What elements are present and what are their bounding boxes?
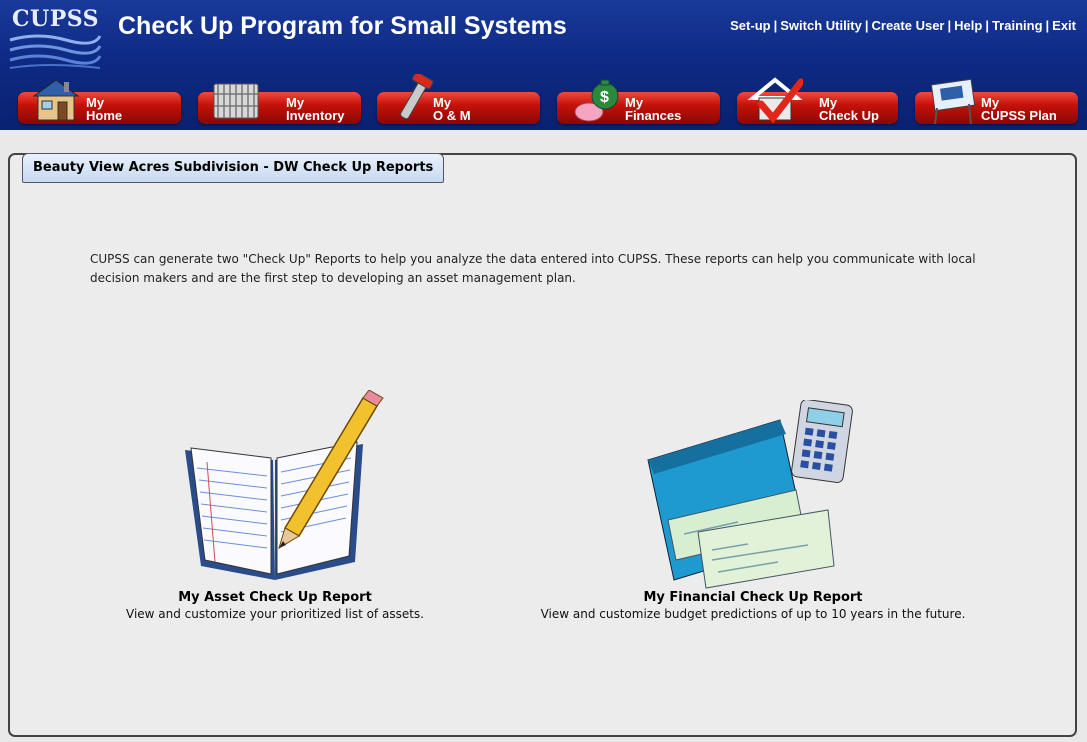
reports-panel: Beauty View Acres Subdivision - DW Check… (8, 153, 1077, 737)
svg-text:$: $ (600, 89, 609, 106)
checkbook-calculator-icon (647, 400, 853, 589)
money-bag-piggy-icon: $ (574, 79, 619, 122)
create-user-link[interactable]: Create User (872, 18, 945, 33)
cupss-logo[interactable]: CUPSS (8, 6, 103, 76)
nav-label: My O & M (433, 95, 471, 123)
asset-report-link[interactable]: My Asset Check Up Report View and custom… (110, 390, 440, 621)
nav-label: My Finances (625, 95, 682, 123)
house-icon (32, 79, 80, 121)
nav-label: My Home (86, 95, 123, 123)
house-checkmark-icon (747, 77, 803, 124)
main-nav: My Home My Inventory My O & M $ My Finan… (0, 74, 1087, 130)
nav-my-inventory[interactable]: My Inventory (198, 83, 361, 124)
financial-report-title: My Financial Check Up Report (643, 590, 863, 605)
nav-label: My Inventory (286, 95, 345, 123)
sign-board-icon (930, 78, 976, 124)
nav-label: My CUPSS Plan (981, 95, 1057, 123)
nav-my-om[interactable]: My O & M (377, 74, 540, 124)
top-links-bar: Set-up | Switch Utility | Create User | Help | T… (730, 18, 1076, 33)
help-link[interactable]: Help (954, 18, 982, 33)
nav-my-finances[interactable]: $ My Finances (557, 79, 720, 124)
notebook-pencil-icon (185, 390, 384, 580)
exit-link[interactable]: Exit (1052, 18, 1076, 33)
setup-link[interactable]: Set-up (730, 18, 770, 33)
switch-utility-link[interactable]: Switch Utility (780, 18, 862, 33)
nav-my-cupss-plan[interactable]: My CUPSS Plan (915, 78, 1078, 124)
pipes-stack-icon (213, 83, 259, 119)
app-title: Check Up Program for Small Systems (118, 12, 567, 40)
nav-my-checkup[interactable]: My Check Up (737, 77, 898, 124)
asset-report-title: My Asset Check Up Report (178, 590, 372, 605)
app-header: CUPSS Check Up Program for Small Systems… (0, 0, 1087, 130)
financial-report-link[interactable]: My Financial Check Up Report View and cu… (528, 400, 978, 621)
panel-tab-title: Beauty View Acres Subdivision - DW Check… (22, 153, 445, 183)
intro-text: CUPSS can generate two "Check Up" Report… (90, 252, 976, 285)
financial-report-description: View and customize budget predictions of… (540, 607, 966, 621)
training-link[interactable]: Training (992, 18, 1043, 33)
nav-my-home[interactable]: My Home (18, 79, 181, 124)
asset-report-description: View and customize your prioritized list… (126, 607, 424, 621)
nav-label: My Check Up (819, 95, 879, 123)
logo-wave-icon (9, 34, 102, 69)
